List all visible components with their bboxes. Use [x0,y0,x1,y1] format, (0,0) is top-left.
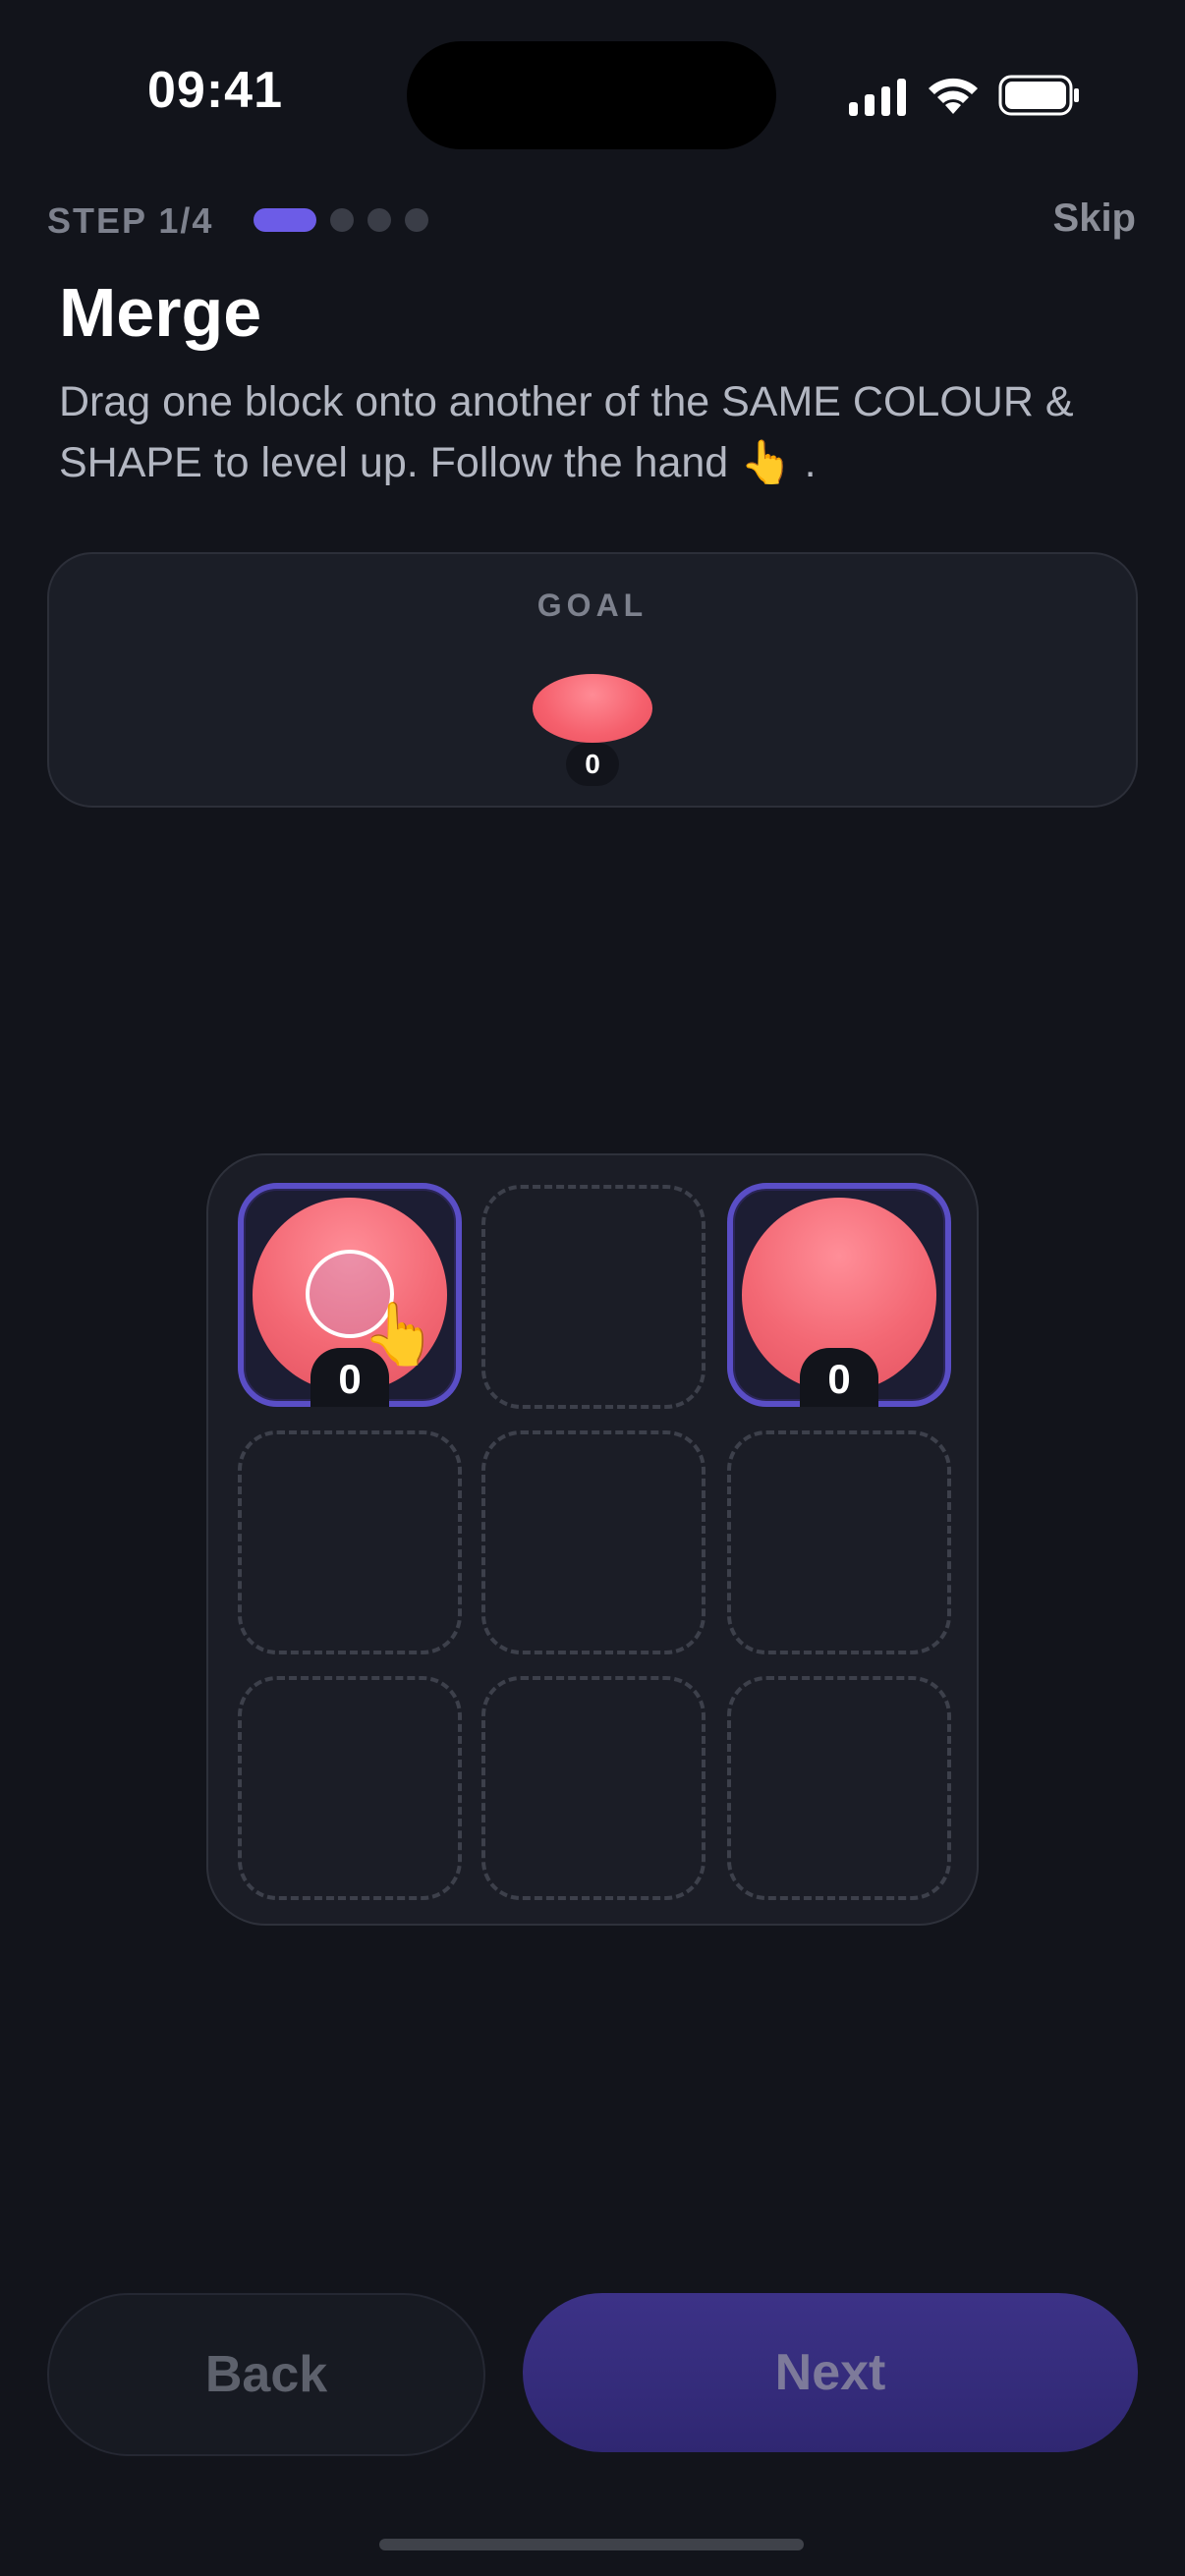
cellular-signal-icon [849,77,906,116]
step-progress-dots [254,208,428,232]
board-cell-empty[interactable] [727,1430,951,1654]
board-cell-empty[interactable] [481,1185,705,1409]
board-cell-empty[interactable] [238,1430,462,1654]
pointing-hand-icon: 👆 [362,1301,438,1369]
progress-dot [367,208,391,232]
instructions-text: Drag one block onto another of the SAME … [59,378,1074,486]
back-button[interactable]: Back [47,2293,485,2456]
home-indicator [379,2539,804,2550]
wifi-icon [929,78,978,114]
board-cell-empty[interactable] [481,1430,705,1654]
board-tile-block[interactable]: 0 [727,1183,951,1407]
progress-dot [330,208,354,232]
board-cell-empty[interactable] [238,1676,462,1900]
block-level-badge: 0 [800,1348,878,1407]
skip-button[interactable]: Skip [1053,196,1136,241]
status-time: 09:41 [147,62,283,119]
board-cell-empty[interactable] [727,1676,951,1900]
battery-icon [998,75,1079,116]
board-cell-empty[interactable] [481,1676,705,1900]
goal-level-badge: 0 [566,743,619,786]
progress-dot [405,208,428,232]
dynamic-island [407,41,776,149]
goal-block-icon [533,674,652,743]
board-tile-block[interactable]: 0 👆 [238,1183,462,1407]
page-title: Merge [59,274,262,351]
step-indicator-label: STEP 1/4 [47,200,214,241]
goal-label: GOAL [536,588,649,623]
next-button[interactable]: Next [523,2293,1138,2452]
progress-dot-active [254,208,316,232]
